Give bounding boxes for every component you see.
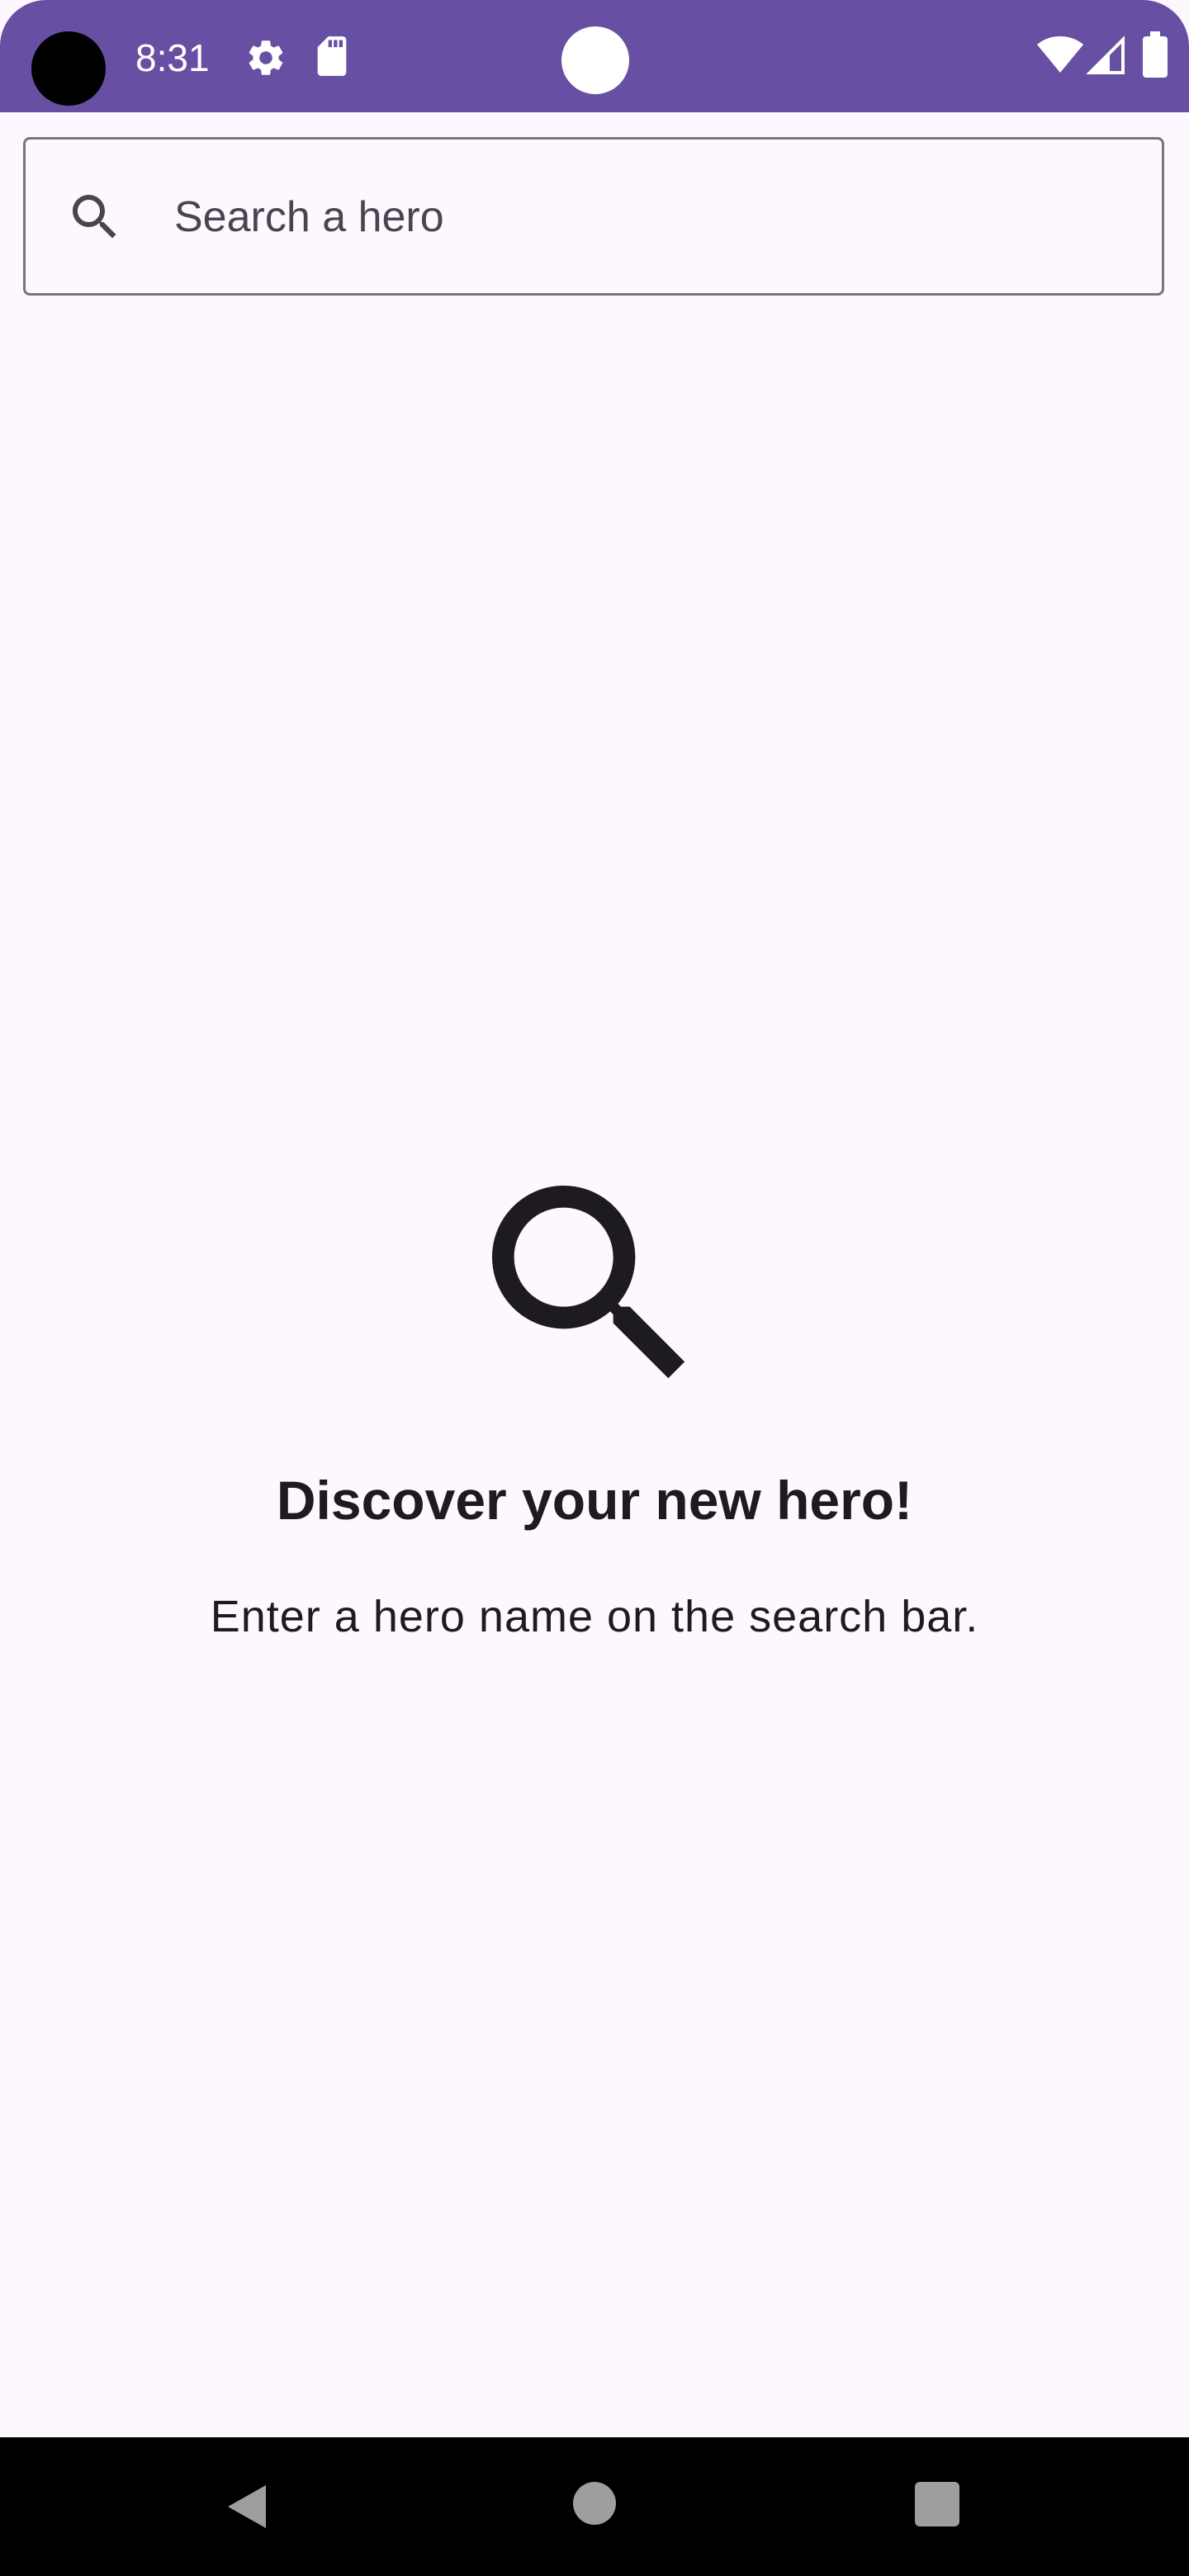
back-icon[interactable] [223, 2482, 272, 2531]
battery-icon [1143, 31, 1168, 78]
front-sensor [561, 26, 629, 94]
gear-icon [249, 40, 283, 75]
search-bar[interactable] [23, 137, 1164, 296]
wifi-icon [1037, 36, 1083, 73]
status-time: 8:31 [135, 36, 210, 79]
empty-state-subtitle: Enter a hero name on the search bar. [210, 1592, 979, 1641]
signal-icon [1087, 36, 1125, 74]
search-input[interactable] [174, 173, 1124, 262]
empty-state-title: Discover your new hero! [276, 1470, 913, 1531]
recents-icon[interactable] [915, 2482, 959, 2526]
status-bar: 8:31 [0, 0, 1189, 112]
home-icon[interactable] [573, 2482, 616, 2525]
search-icon [492, 1186, 685, 1379]
camera-cutout [31, 31, 106, 106]
navigation-bar [0, 2437, 1189, 2576]
sd-card-icon [317, 36, 347, 76]
search-icon[interactable] [65, 187, 125, 247]
